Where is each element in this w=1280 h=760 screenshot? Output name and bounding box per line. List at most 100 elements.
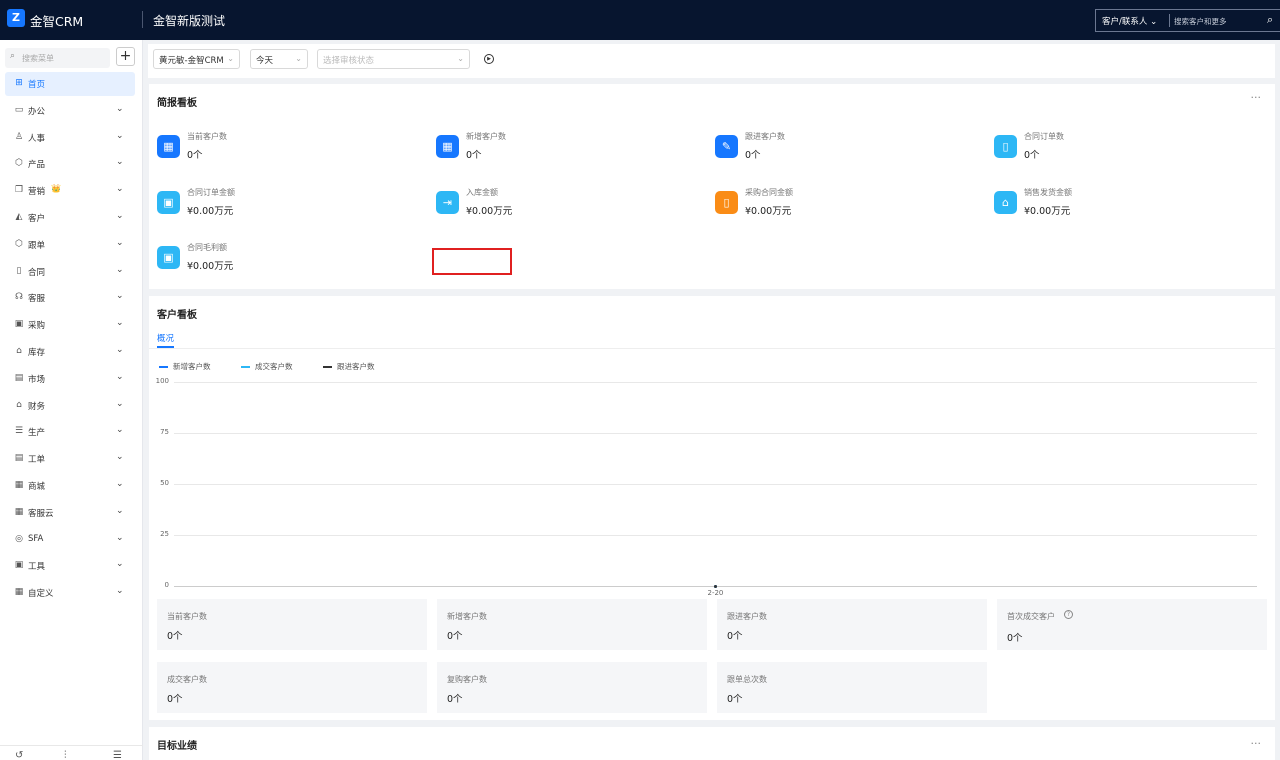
- chevron-down-icon[interactable]: ⌄: [116, 425, 124, 435]
- grid-line: [174, 382, 1257, 383]
- chevron-down-icon[interactable]: ⌄: [116, 131, 124, 141]
- settings-sliders-icon[interactable]: ⫶: [64, 750, 67, 760]
- chevron-down-icon[interactable]: ⌄: [116, 211, 124, 221]
- production-icon: ☰: [14, 426, 24, 437]
- sidebar-item-7[interactable]: ⬡ 跟单 ⌄: [5, 233, 135, 257]
- more-icon[interactable]: ···: [1251, 91, 1262, 104]
- filter-list-icon[interactable]: ☰: [113, 750, 122, 760]
- chevron-down-icon[interactable]: ⌄: [116, 506, 124, 516]
- stat-value: 0个: [1024, 150, 1040, 161]
- sidebar-item-9[interactable]: ☊ 客服 ⌄: [5, 286, 135, 310]
- ticket-icon: ▤: [14, 453, 24, 464]
- grid-line: [174, 433, 1257, 434]
- chevron-down-icon[interactable]: ⌄: [116, 586, 124, 596]
- legend-item[interactable]: 新增客户数: [159, 361, 211, 372]
- period-select[interactable]: 今天 ⌄: [250, 49, 308, 69]
- sidebar-item-8[interactable]: ▯ 合同 ⌄: [5, 260, 135, 284]
- chevron-down-icon[interactable]: ⌄: [116, 452, 124, 462]
- global-search[interactable]: 客户/联系人 ⌄ 搜索客户和更多 ⌕: [1095, 9, 1280, 32]
- sidebar-item-14[interactable]: ☰ 生产 ⌄: [5, 420, 135, 444]
- chevron-down-icon[interactable]: ⌄: [116, 372, 124, 382]
- chevron-down-icon[interactable]: ⌄: [116, 345, 124, 355]
- sidebar-item-2[interactable]: ▭ 办公 ⌄: [5, 99, 135, 123]
- sidebar-item-16[interactable]: ▦ 商城 ⌄: [5, 474, 135, 498]
- metric-card: 首次成交客户 0个?: [997, 599, 1267, 650]
- sidebar-item-4[interactable]: ⬡ 产品 ⌄: [5, 152, 135, 176]
- help-icon[interactable]: ?: [1064, 610, 1073, 619]
- stat-value: ¥0.00万元: [187, 261, 234, 272]
- sidebar-item-5[interactable]: ❐ 营销 👑 ⌄: [5, 179, 135, 203]
- customers-icon: ▦: [157, 135, 180, 158]
- logo-icon[interactable]: Z: [7, 9, 25, 27]
- sidebar-item-label: 库存: [28, 348, 46, 358]
- global-search-input[interactable]: 搜索客户和更多: [1174, 16, 1227, 27]
- sidebar-item-label: 采购: [28, 321, 46, 332]
- contract-icon: ▯: [16, 265, 22, 276]
- sidebar-item-label: 工单: [28, 455, 46, 466]
- data-point[interactable]: [714, 584, 717, 588]
- metric-value: 0个: [447, 693, 463, 705]
- brief-board-title: 简报看板: [157, 98, 197, 109]
- stat-value: ¥0.00万元: [466, 205, 513, 217]
- chevron-down-icon[interactable]: ⌄: [116, 399, 124, 409]
- chevron-down-icon: ⌄: [457, 54, 464, 63]
- purchase-contract-icon: ▯: [715, 190, 738, 214]
- chevron-down-icon[interactable]: ⌄: [116, 291, 124, 301]
- legend-item[interactable]: 跟进客户数: [323, 361, 375, 372]
- metric-value: 0个: [727, 693, 743, 705]
- top-bar: Z 金智CRM 金智新版测试 客户/联系人 ⌄ 搜索客户和更多 ⌕: [0, 0, 1280, 40]
- tab-overview[interactable]: 概况: [157, 332, 174, 344]
- sidebar-item-10[interactable]: ▣ 采购 ⌄: [5, 313, 135, 337]
- sidebar-item-label: 营销: [28, 187, 46, 198]
- add-menu-button[interactable]: +: [116, 47, 135, 66]
- play-icon[interactable]: ▶: [484, 54, 494, 64]
- stat-card: ✎ 跟进客户数 0个: [715, 129, 985, 169]
- chevron-down-icon[interactable]: ⌄: [116, 184, 124, 194]
- chevron-down-icon[interactable]: ⌄: [116, 559, 124, 569]
- metric-card: 成交客户数 0个: [157, 661, 427, 713]
- sidebar-item-12[interactable]: ▤ 市场 ⌄: [5, 367, 135, 391]
- sidebar-item-17[interactable]: ▦ 客服云 ⌄: [5, 501, 135, 525]
- title-divider: [142, 11, 143, 28]
- x-tick-label: 2-20: [707, 589, 724, 597]
- status-select[interactable]: 选择审核状态 ⌄: [317, 49, 470, 69]
- chevron-down-icon[interactable]: ⌄: [116, 104, 124, 114]
- sidebar-item-20[interactable]: ▦ 自定义 ⌄: [5, 581, 135, 605]
- follow-up-icon: ✎: [715, 135, 738, 158]
- search-scope-select[interactable]: 客户/联系人 ⌄: [1102, 15, 1157, 27]
- box-icon: ⬡: [15, 158, 23, 169]
- user-select[interactable]: 黄元敏-金智CRM ⌄: [153, 49, 240, 69]
- sidebar-item-3[interactable]: ♙ 人事 ⌄: [5, 126, 135, 150]
- chevron-down-icon[interactable]: ⌄: [116, 265, 124, 275]
- stat-card: ▦ 当前客户数 0个: [157, 129, 427, 169]
- more-icon[interactable]: ···: [1251, 737, 1262, 750]
- chevron-down-icon[interactable]: ⌄: [116, 157, 124, 167]
- metric-label: 成交客户数: [167, 674, 207, 684]
- sidebar-item-19[interactable]: ▣ 工具 ⌄: [5, 554, 135, 578]
- chevron-down-icon[interactable]: ⌄: [116, 318, 124, 328]
- sidebar: ⌕ 搜索菜单 + ⊞ 首页 ▭ 办公 ⌄ ♙ 人事 ⌄ ⬡ 产品 ⌄ ❐ 营销 👑 ⌄ ◭ 客户 ⌄ ⬡ 跟单 ⌄ ▯ 合同…: [0, 40, 143, 760]
- sidebar-item-label: 跟单: [28, 240, 46, 251]
- sidebar-item-13[interactable]: ⌂ 财务 ⌄: [5, 394, 135, 418]
- search-icon[interactable]: ⌕: [1267, 13, 1273, 27]
- sidebar-item-11[interactable]: ⌂ 库存 ⌄: [5, 340, 135, 364]
- metric-label: 当前客户数: [167, 612, 207, 621]
- stat-card: ▣ 合同订单金额 ¥0.00万元: [157, 185, 427, 225]
- chevron-down-icon[interactable]: ⌄: [116, 238, 124, 248]
- sidebar-item-label: SFA: [28, 533, 44, 544]
- customer-board-panel: 客户看板 概况 新增客户数 成交客户数 跟进客户数 0 25 50 75 100 2-20 当前…: [149, 296, 1275, 720]
- sidebar-item-18[interactable]: ◎ SFA ⌄: [5, 528, 135, 552]
- metric-value: 0个: [167, 693, 183, 705]
- legend-item[interactable]: 成交客户数: [241, 361, 293, 372]
- contract-orders-icon: ▯: [994, 135, 1017, 158]
- chevron-down-icon[interactable]: ⌄: [116, 533, 124, 543]
- sidebar-item-15[interactable]: ▤ 工单 ⌄: [5, 447, 135, 471]
- menu-search-input[interactable]: ⌕ 搜索菜单: [5, 48, 110, 68]
- stat-label: 当前客户数: [187, 132, 227, 141]
- history-icon[interactable]: ↺: [15, 750, 23, 760]
- brand-name[interactable]: 金智CRM: [30, 11, 83, 30]
- sidebar-item-6[interactable]: ◭ 客户 ⌄: [5, 206, 135, 230]
- crown-icon: 👑: [51, 184, 61, 194]
- chevron-down-icon[interactable]: ⌄: [116, 479, 124, 489]
- sidebar-item-1[interactable]: ⊞ 首页: [5, 72, 135, 96]
